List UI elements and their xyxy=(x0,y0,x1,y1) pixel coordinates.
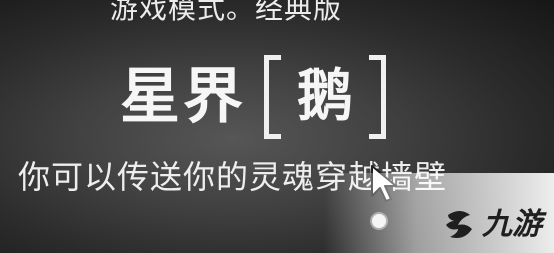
role-team-tag: 鹅 xyxy=(264,55,386,139)
role-title: 星界 鹅 xyxy=(120,55,386,139)
watermark-text: 九游 xyxy=(482,207,542,242)
watermark-logo: 九游 xyxy=(440,205,542,245)
game-mode-label: 游戏模式。经典版 xyxy=(110,0,343,25)
jiuyou-logo-icon xyxy=(446,211,472,238)
role-name: 星界 xyxy=(120,62,246,132)
game-screen: 游戏模式。经典版 星界 鹅 你可以传送你的灵魂穿越墙壁 九游 xyxy=(0,0,554,253)
